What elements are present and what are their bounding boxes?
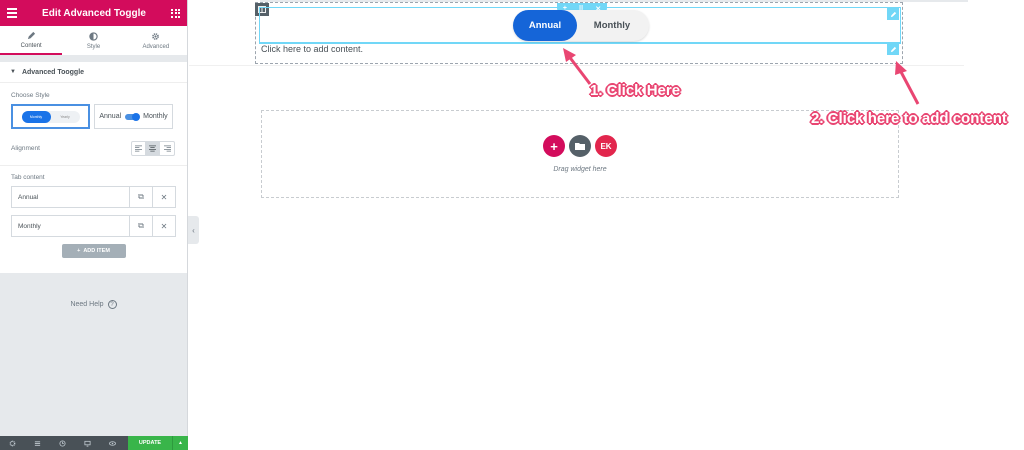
navigator-icon[interactable] <box>25 440 50 447</box>
alignment-label: Alignment <box>11 145 40 152</box>
panel-header: Edit Advanced Toggle <box>0 0 187 26</box>
choose-style-label: Choose Style <box>11 92 50 99</box>
toggle-monthly-button[interactable]: Monthly <box>577 10 647 41</box>
mini-toggle-off: Yearly <box>60 114 70 119</box>
history-icon[interactable] <box>50 439 75 447</box>
divider <box>0 165 187 166</box>
repeater-item-title[interactable]: Monthly <box>12 216 129 236</box>
arrow-step2 <box>895 61 920 105</box>
style-chooser: Monthly Yearly Annual Monthly <box>0 104 187 129</box>
section-toggle-header[interactable]: ▼ Advanced Tooggle <box>0 62 187 83</box>
widgets-grid-icon[interactable] <box>171 8 180 18</box>
tab-content-label: Content <box>20 42 42 49</box>
drag-widget-hint: Drag widget here <box>553 166 607 173</box>
add-content-text[interactable]: Click here to add content. <box>261 44 363 54</box>
responsive-icon[interactable] <box>75 440 100 447</box>
preview-eye-icon[interactable] <box>100 440 125 447</box>
annotation-step1: 1. Click Here <box>590 82 681 99</box>
duplicate-icon[interactable]: ⧉ <box>129 216 152 236</box>
mini-toggle-preview: Monthly Yearly <box>21 110 80 123</box>
tab-advanced[interactable]: Advanced <box>125 26 187 55</box>
tab-style[interactable]: Style <box>62 26 124 55</box>
plus-icon: + <box>77 248 81 254</box>
edit-content-pencil-icon[interactable] <box>887 43 899 55</box>
toggle-annual-button[interactable]: Annual <box>513 10 577 41</box>
repeater-item[interactable]: Annual ⧉ ✕ <box>11 186 176 208</box>
canvas-divider <box>189 65 964 66</box>
advanced-toggle-switch: Annual Monthly <box>513 10 649 41</box>
add-item-button[interactable]: + ADD ITEM <box>61 244 126 258</box>
style-option-1[interactable]: Monthly Yearly <box>11 104 90 129</box>
hamburger-menu-icon[interactable] <box>7 8 17 18</box>
duplicate-icon[interactable]: ⧉ <box>129 187 152 207</box>
repeater-item[interactable]: Monthly ⧉ ✕ <box>11 215 176 237</box>
update-options-caret-icon[interactable]: ▲ <box>172 436 188 450</box>
tab-content[interactable]: Content <box>0 26 63 55</box>
settings-icon[interactable] <box>0 440 25 447</box>
style-option-2[interactable]: Annual Monthly <box>94 104 173 129</box>
section-title: Advanced Tooggle <box>21 68 85 76</box>
half-circle-icon <box>89 31 98 41</box>
align-center-icon[interactable] <box>146 142 160 155</box>
panel-body: ▼ Advanced Tooggle Choose Style Monthly … <box>0 62 187 273</box>
elementskit-icon[interactable]: EK <box>595 135 617 157</box>
alignment-control <box>131 141 175 156</box>
panel-title: Edit Advanced Toggle <box>42 7 146 19</box>
switch-right-label: Monthly <box>143 113 168 120</box>
need-help-link[interactable]: Need Help ? <box>0 300 187 309</box>
gear-icon <box>152 32 160 40</box>
collapse-panel-chevron-icon[interactable]: ‹ <box>188 216 199 244</box>
panel-footer: UPDATE ▲ <box>0 436 188 450</box>
pencil-icon <box>27 31 35 39</box>
mini-toggle-on: Monthly <box>21 110 51 123</box>
question-icon: ? <box>107 300 117 309</box>
caret-down-icon: ▼ <box>10 69 16 75</box>
editor-panel: Edit Advanced Toggle Content Style Advan… <box>0 0 188 450</box>
need-help-label: Need Help <box>70 301 104 308</box>
tab-content-section-label: Tab content <box>11 174 45 181</box>
align-left-icon[interactable] <box>132 142 146 155</box>
annotation-step2: 2. Click here to add content <box>811 110 1007 127</box>
tab-style-label: Style <box>86 43 101 50</box>
tab-advanced-label: Advanced <box>142 43 170 50</box>
close-icon[interactable]: ✕ <box>152 187 175 207</box>
alignment-row: Alignment <box>0 141 187 156</box>
edit-widget-pencil-icon[interactable] <box>887 8 899 20</box>
panel-tabs: Content Style Advanced <box>0 26 187 56</box>
update-control: UPDATE ▲ <box>128 436 188 450</box>
template-folder-icon[interactable] <box>569 135 591 157</box>
add-item-label: ADD ITEM <box>83 248 110 254</box>
switch-left-label: Annual <box>99 113 122 120</box>
repeater-item-title[interactable]: Annual <box>12 187 129 207</box>
add-section-plus-icon[interactable]: + <box>543 135 565 157</box>
align-right-icon[interactable] <box>160 142 174 155</box>
switch-icon <box>125 112 141 121</box>
update-button[interactable]: UPDATE <box>128 436 172 450</box>
close-icon[interactable]: ✕ <box>152 216 175 236</box>
tab-repeater: Annual ⧉ ✕ Monthly ⧉ ✕ <box>11 186 176 237</box>
